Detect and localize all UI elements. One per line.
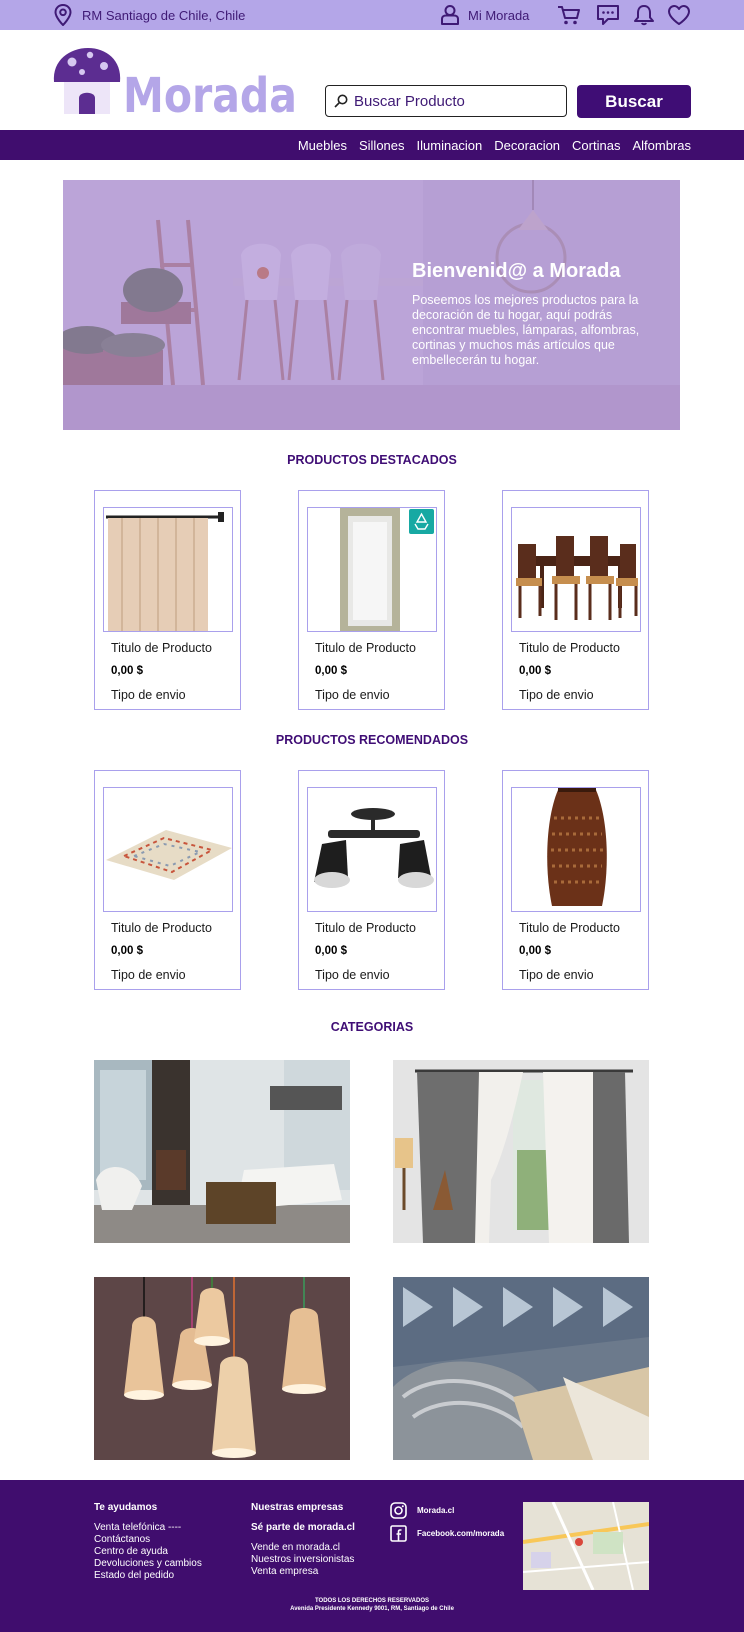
user-icon (441, 5, 459, 25)
recommended-card-2[interactable]: Titulo de Producto 0,00 $ Tipo de envio (298, 770, 445, 990)
categories-title: CATEGORIAS (330, 1020, 414, 1034)
chat-icon[interactable] (596, 4, 620, 26)
location-map[interactable] (523, 1502, 649, 1590)
nav-item-iluminacion[interactable]: Iluminacion (417, 138, 483, 153)
recycle-badge (409, 509, 434, 534)
featured-card-1[interactable]: Titulo de Producto 0,00 $ Tipo de envio (94, 490, 241, 710)
product-image-dining-set (511, 507, 641, 632)
footer-link-investors[interactable]: Nuestros inversionistas (251, 1554, 354, 1566)
recycle-icon (414, 512, 429, 530)
footer: Te ayudamos Venta telefónica ---- Contác… (0, 1480, 744, 1632)
hero-title: Bienvenid@ a Morada (412, 260, 621, 282)
instagram-icon (390, 1502, 407, 1519)
footer-link-phone-sales[interactable]: Venta telefónica ---- (94, 1522, 181, 1534)
location-text: RM Santiago de Chile, Chile (82, 8, 246, 23)
featured-card-2[interactable]: Titulo de Producto 0,00 $ Tipo de envio (298, 490, 445, 710)
footer-link-contact[interactable]: Contáctanos (94, 1534, 150, 1546)
footer-address: Avenida Presidente Kennedy 9001, RM, San… (290, 1606, 454, 1612)
category-living-room[interactable] (94, 1060, 350, 1243)
search-input[interactable] (354, 92, 554, 110)
product-shipping: Tipo de envio (519, 968, 594, 982)
footer-rights: TODOS LOS DERECHOS RESERVADOS (314, 1598, 430, 1604)
product-image-vase (511, 787, 641, 912)
product-price: 0,00 $ (519, 945, 551, 957)
category-nav: Muebles Sillones Iluminacion Decoracion … (0, 130, 744, 160)
hero-banner: Bienvenid@ a Morada Poseemos los mejores… (63, 180, 680, 430)
nav-item-alfombras[interactable]: Alfombras (632, 138, 691, 153)
instagram-link[interactable]: Morada.cl (390, 1502, 454, 1519)
featured-title: PRODUCTOS DESTACADOS (287, 453, 457, 467)
product-shipping: Tipo de envio (315, 688, 390, 702)
morada-logo[interactable]: Morada (52, 46, 304, 120)
product-title: Titulo de Producto (315, 921, 416, 935)
recommended-card-3[interactable]: Titulo de Producto 0,00 $ Tipo de envio (502, 770, 649, 990)
product-title: Titulo de Producto (519, 921, 620, 935)
product-image-rug (103, 787, 233, 912)
footer-companies-title: Nuestras empresas (251, 1502, 344, 1513)
search-button[interactable]: Buscar (577, 85, 691, 118)
top-bar: RM Santiago de Chile, Chile Mi Morada (0, 0, 744, 30)
product-image-spotlight-lamp (307, 787, 437, 912)
svg-text:Morada: Morada (123, 68, 297, 120)
footer-link-order-status[interactable]: Estado del pedido (94, 1570, 174, 1582)
search-icon (334, 94, 348, 108)
search-box[interactable] (325, 85, 567, 117)
product-shipping: Tipo de envio (519, 688, 594, 702)
footer-link-returns[interactable]: Devoluciones y cambios (94, 1558, 202, 1570)
bell-icon[interactable] (632, 4, 656, 26)
footer-join-title[interactable]: Sé parte de morada.cl (251, 1522, 355, 1533)
product-price: 0,00 $ (315, 665, 347, 677)
recommended-title: PRODUCTOS RECOMENDADOS (275, 733, 469, 747)
facebook-link[interactable]: Facebook.com/morada (390, 1525, 504, 1542)
product-image-curtain (103, 507, 233, 632)
facebook-label: Facebook.com/morada (417, 1529, 505, 1538)
featured-card-3[interactable]: Titulo de Producto 0,00 $ Tipo de envio (502, 490, 649, 710)
product-title: Titulo de Producto (315, 641, 416, 655)
category-curtains[interactable] (393, 1060, 649, 1243)
footer-link-help-center[interactable]: Centro de ayuda (94, 1546, 168, 1558)
nav-item-muebles[interactable]: Muebles (298, 138, 347, 153)
category-rugs[interactable] (393, 1277, 649, 1460)
nav-item-sillones[interactable]: Sillones (359, 138, 405, 153)
product-price: 0,00 $ (111, 665, 143, 677)
footer-link-sell[interactable]: Vende en morada.cl (251, 1542, 340, 1554)
account-link[interactable]: Mi Morada (440, 4, 529, 26)
product-title: Titulo de Producto (111, 641, 212, 655)
footer-link-business-sales[interactable]: Venta empresa (251, 1566, 318, 1578)
facebook-icon (390, 1525, 407, 1542)
category-pendant-lamps[interactable] (94, 1277, 350, 1460)
product-shipping: Tipo de envio (111, 968, 186, 982)
product-price: 0,00 $ (315, 945, 347, 957)
instagram-label: Morada.cl (417, 1506, 455, 1515)
heart-icon[interactable] (667, 4, 691, 26)
nav-item-decoracion[interactable]: Decoracion (494, 138, 560, 153)
footer-help-title: Te ayudamos (94, 1502, 158, 1513)
product-price: 0,00 $ (519, 665, 551, 677)
nav-item-cortinas[interactable]: Cortinas (572, 138, 620, 153)
account-label: Mi Morada (468, 7, 530, 23)
product-shipping: Tipo de envio (315, 968, 390, 982)
cart-icon[interactable] (557, 4, 581, 26)
recommended-card-1[interactable]: Titulo de Producto 0,00 $ Tipo de envio (94, 770, 241, 990)
location-icon (54, 4, 72, 26)
hero-text: Poseemos los mejores productos para la d… (412, 293, 640, 367)
product-price: 0,00 $ (111, 945, 143, 957)
product-title: Titulo de Producto (111, 921, 212, 935)
product-shipping: Tipo de envio (111, 688, 186, 702)
product-title: Titulo de Producto (519, 641, 620, 655)
